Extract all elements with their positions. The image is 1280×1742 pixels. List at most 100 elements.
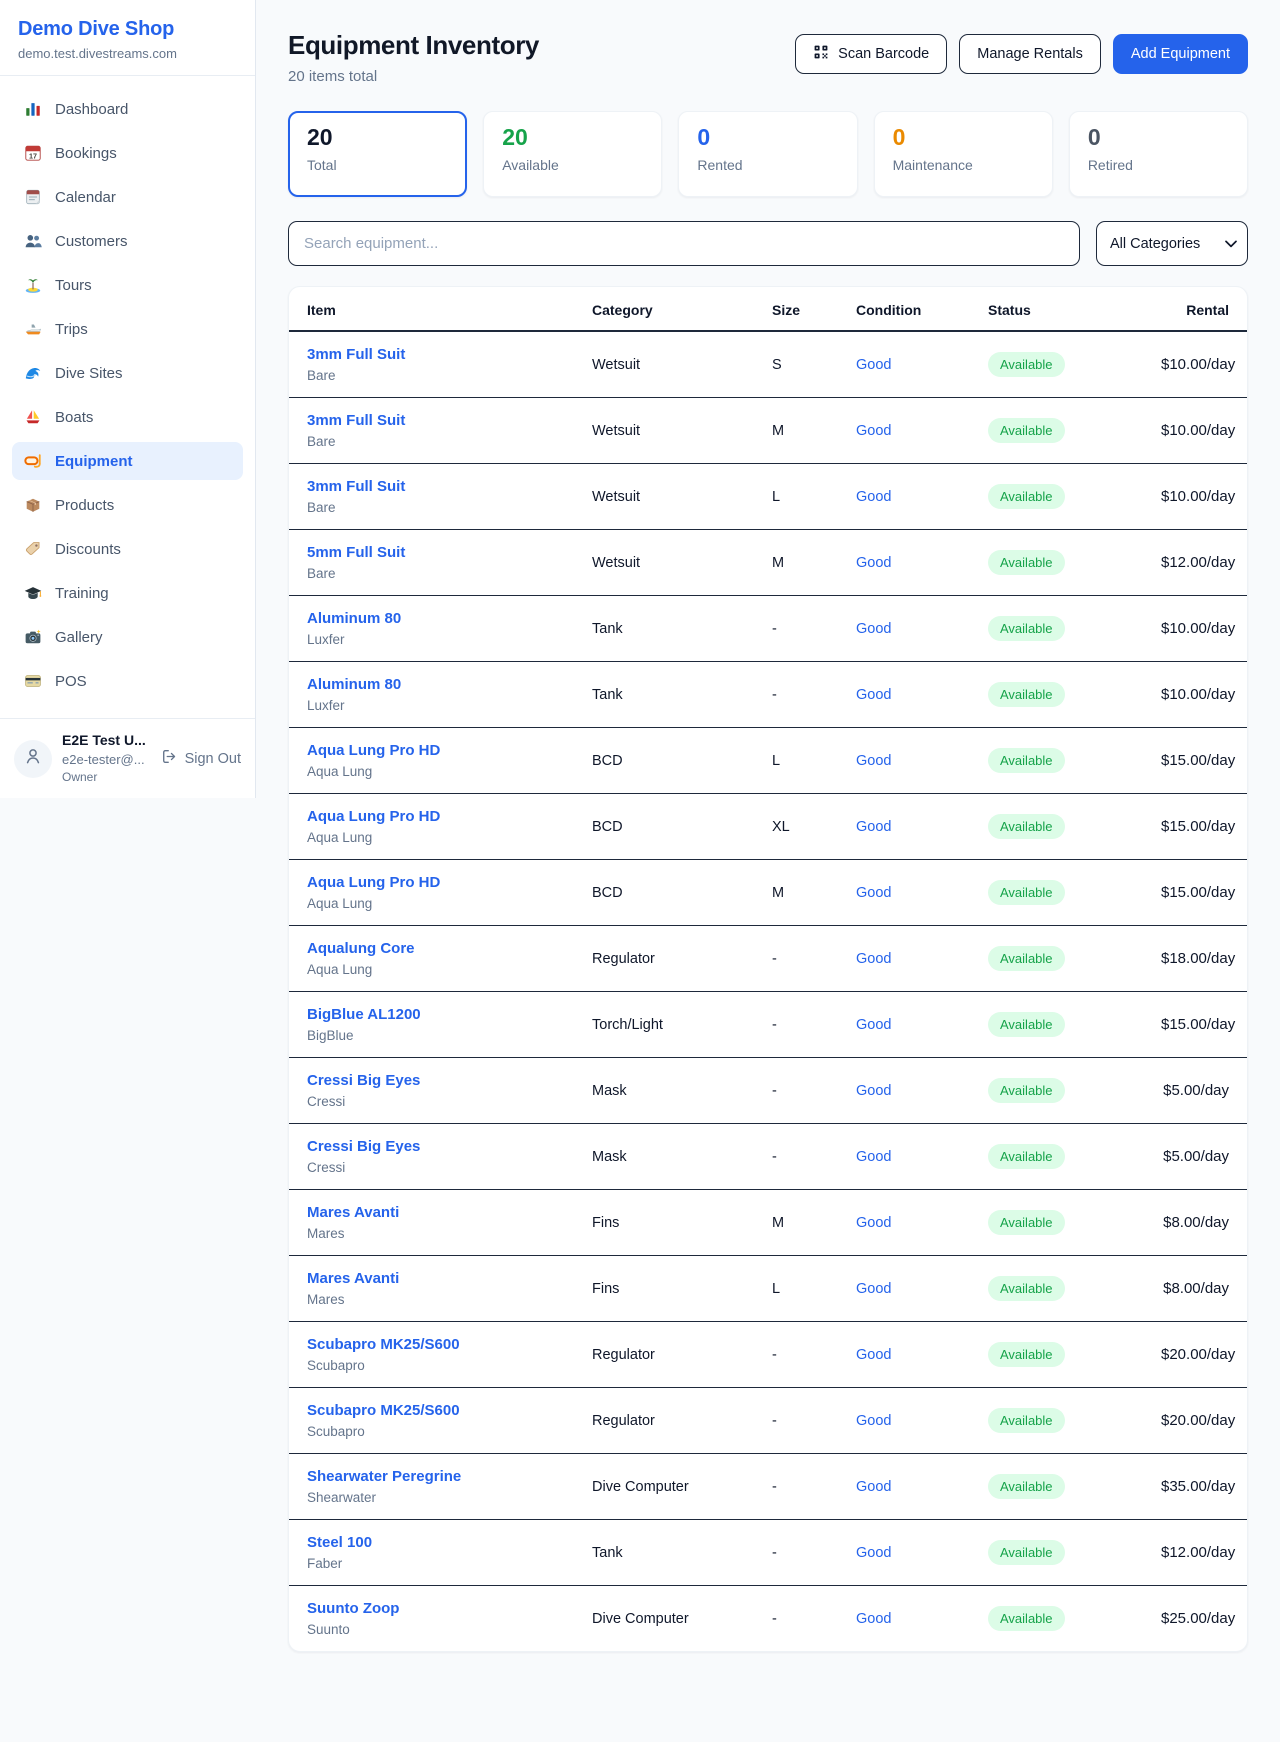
- condition-link[interactable]: Good: [856, 1149, 891, 1165]
- condition-link[interactable]: Good: [856, 555, 891, 571]
- sidebar-item-calendar[interactable]: Calendar: [12, 178, 243, 216]
- sidebar-item-customers[interactable]: Customers: [12, 222, 243, 260]
- person-icon: [23, 746, 43, 771]
- stat-card-retired[interactable]: 0Retired: [1069, 111, 1248, 197]
- condition-link[interactable]: Good: [856, 1479, 891, 1495]
- sidebar-item-discounts[interactable]: Discounts: [12, 530, 243, 568]
- sidebar-item-tours[interactable]: Tours: [12, 266, 243, 304]
- item-link[interactable]: Scubapro MK25/S600: [307, 1336, 460, 1353]
- item-link[interactable]: 3mm Full Suit: [307, 478, 405, 495]
- item-link[interactable]: Aqua Lung Pro HD: [307, 874, 440, 891]
- table-row: Cressi Big EyesCressiMask-GoodAvailable$…: [289, 1124, 1247, 1190]
- status-badge: Available: [988, 418, 1065, 443]
- search-input[interactable]: [288, 221, 1080, 266]
- manage-rentals-button[interactable]: Manage Rentals: [959, 34, 1101, 74]
- item-link[interactable]: Steel 100: [307, 1534, 372, 1551]
- category-cell: BCD: [584, 728, 764, 794]
- status-badge: Available: [988, 616, 1065, 641]
- add-equipment-button[interactable]: Add Equipment: [1113, 34, 1248, 74]
- island-icon: [24, 276, 42, 294]
- condition-link[interactable]: Good: [856, 951, 891, 967]
- item-link[interactable]: Scubapro MK25/S600: [307, 1402, 460, 1419]
- size-cell: L: [764, 728, 848, 794]
- condition-link[interactable]: Good: [856, 1017, 891, 1033]
- sidebar-item-bookings[interactable]: 17Bookings: [12, 134, 243, 172]
- condition-link[interactable]: Good: [856, 1083, 891, 1099]
- condition-link[interactable]: Good: [856, 489, 891, 505]
- scan-barcode-button[interactable]: Scan Barcode: [795, 34, 947, 74]
- sign-out-icon: [161, 748, 178, 769]
- item-link[interactable]: Aluminum 80: [307, 610, 401, 627]
- category-cell: Tank: [584, 662, 764, 728]
- item-link[interactable]: 3mm Full Suit: [307, 412, 405, 429]
- condition-link[interactable]: Good: [856, 1215, 891, 1231]
- sidebar-item-dashboard[interactable]: Dashboard: [12, 90, 243, 128]
- stat-card-available[interactable]: 20Available: [483, 111, 662, 197]
- category-cell: Mask: [584, 1058, 764, 1124]
- item-link[interactable]: Shearwater Peregrine: [307, 1468, 461, 1485]
- category-select[interactable]: All Categories: [1096, 221, 1248, 266]
- condition-link[interactable]: Good: [856, 819, 891, 835]
- stat-card-maintenance[interactable]: 0Maintenance: [874, 111, 1053, 197]
- sidebar-item-dive-sites[interactable]: Dive Sites: [12, 354, 243, 392]
- rental-cell: $5.00/day: [1153, 1058, 1247, 1124]
- item-brand: Mares: [307, 1292, 576, 1307]
- item-brand: Mares: [307, 1226, 576, 1241]
- rental-cell: $10.00/day: [1153, 596, 1247, 662]
- user-info: E2E Test U... e2e-tester@... Owner: [62, 732, 146, 785]
- manage-rentals-label: Manage Rentals: [977, 46, 1083, 62]
- condition-link[interactable]: Good: [856, 687, 891, 703]
- condition-link[interactable]: Good: [856, 423, 891, 439]
- item-link[interactable]: 5mm Full Suit: [307, 544, 405, 561]
- item-link[interactable]: Suunto Zoop: [307, 1600, 399, 1617]
- table-row: 3mm Full SuitBareWetsuitLGoodAvailable$1…: [289, 464, 1247, 530]
- sidebar-item-products[interactable]: Products: [12, 486, 243, 524]
- item-link[interactable]: Mares Avanti: [307, 1204, 399, 1221]
- item-brand: Bare: [307, 566, 576, 581]
- condition-link[interactable]: Good: [856, 1347, 891, 1363]
- table-row: Scubapro MK25/S600ScubaproRegulator-Good…: [289, 1388, 1247, 1454]
- sidebar-item-boats[interactable]: Boats: [12, 398, 243, 436]
- size-cell: -: [764, 992, 848, 1058]
- stat-card-rented[interactable]: 0Rented: [678, 111, 857, 197]
- condition-link[interactable]: Good: [856, 1281, 891, 1297]
- category-cell: Fins: [584, 1190, 764, 1256]
- bar-chart-icon: [24, 100, 42, 118]
- item-link[interactable]: Mares Avanti: [307, 1270, 399, 1287]
- dive-mask-icon: [24, 452, 42, 470]
- sidebar-item-trips[interactable]: Trips: [12, 310, 243, 348]
- condition-link[interactable]: Good: [856, 885, 891, 901]
- item-link[interactable]: BigBlue AL1200: [307, 1006, 421, 1023]
- item-link[interactable]: Aqua Lung Pro HD: [307, 808, 440, 825]
- condition-link[interactable]: Good: [856, 357, 891, 373]
- scan-barcode-label: Scan Barcode: [838, 46, 929, 62]
- item-link[interactable]: 3mm Full Suit: [307, 346, 405, 363]
- page-header: Equipment Inventory 20 items total Scan …: [288, 30, 1248, 85]
- item-link[interactable]: Aluminum 80: [307, 676, 401, 693]
- table-row: 5mm Full SuitBareWetsuitMGoodAvailable$1…: [289, 530, 1247, 596]
- sidebar-item-label: Discounts: [55, 541, 121, 558]
- svg-text:17: 17: [29, 151, 37, 160]
- brand-domain: demo.test.divestreams.com: [18, 46, 237, 61]
- item-link[interactable]: Cressi Big Eyes: [307, 1138, 420, 1155]
- condition-link[interactable]: Good: [856, 1413, 891, 1429]
- sidebar-item-training[interactable]: Training: [12, 574, 243, 612]
- condition-link[interactable]: Good: [856, 621, 891, 637]
- item-brand: Luxfer: [307, 698, 576, 713]
- condition-link[interactable]: Good: [856, 753, 891, 769]
- sign-out-button[interactable]: Sign Out: [161, 748, 241, 769]
- sidebar-item-gallery[interactable]: Gallery: [12, 618, 243, 656]
- item-link[interactable]: Cressi Big Eyes: [307, 1072, 420, 1089]
- sidebar-item-pos[interactable]: POS: [12, 662, 243, 700]
- stat-card-total[interactable]: 20Total: [288, 111, 467, 197]
- item-link[interactable]: Aqua Lung Pro HD: [307, 742, 440, 759]
- item-brand: Aqua Lung: [307, 962, 576, 977]
- item-link[interactable]: Aqualung Core: [307, 940, 415, 957]
- tag-icon: [24, 540, 42, 558]
- graduation-cap-icon: [24, 584, 42, 602]
- condition-link[interactable]: Good: [856, 1545, 891, 1561]
- sidebar-item-equipment[interactable]: Equipment: [12, 442, 243, 480]
- size-cell: M: [764, 398, 848, 464]
- condition-link[interactable]: Good: [856, 1611, 891, 1627]
- notepad-calendar-icon: [24, 188, 42, 206]
